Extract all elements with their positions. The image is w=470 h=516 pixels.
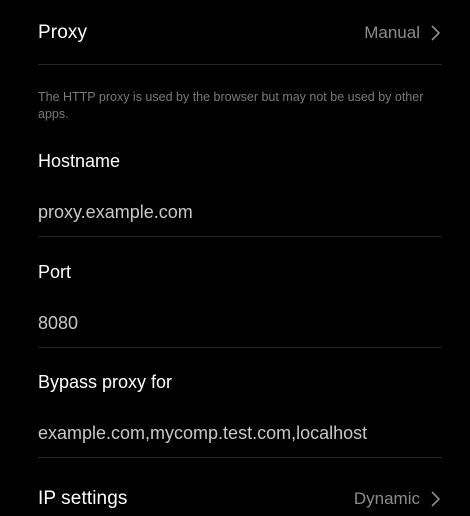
divider <box>38 64 442 65</box>
bypass-input[interactable]: example.com,mycomp.test.com,localhost <box>38 423 442 444</box>
proxy-hint-text: The HTTP proxy is used by the browser bu… <box>38 90 424 121</box>
divider <box>38 457 442 458</box>
proxy-mode-value: Manual <box>364 23 420 42</box>
ip-settings-value-container: Dynamic <box>354 489 442 509</box>
chevron-right-icon <box>431 491 441 507</box>
ip-settings-title: IP settings <box>38 488 128 509</box>
divider <box>38 347 442 348</box>
divider <box>38 236 442 237</box>
proxy-mode-value-container: Manual <box>364 23 442 43</box>
proxy-mode-row[interactable]: Proxy Manual <box>38 18 442 48</box>
proxy-settings-screen: Proxy Manual The HTTP proxy is used by t… <box>0 0 470 516</box>
port-label: Port <box>38 262 72 282</box>
bypass-label: Bypass proxy for <box>38 372 173 392</box>
ip-settings-value: Dynamic <box>353 489 420 508</box>
ip-settings-row[interactable]: IP settings Dynamic <box>38 484 442 514</box>
chevron-right-icon <box>431 25 441 41</box>
proxy-row-title: Proxy <box>38 22 88 43</box>
hostname-input[interactable]: proxy.example.com <box>38 202 442 223</box>
hostname-label: Hostname <box>38 151 121 171</box>
port-input[interactable]: 8080 <box>38 313 442 334</box>
